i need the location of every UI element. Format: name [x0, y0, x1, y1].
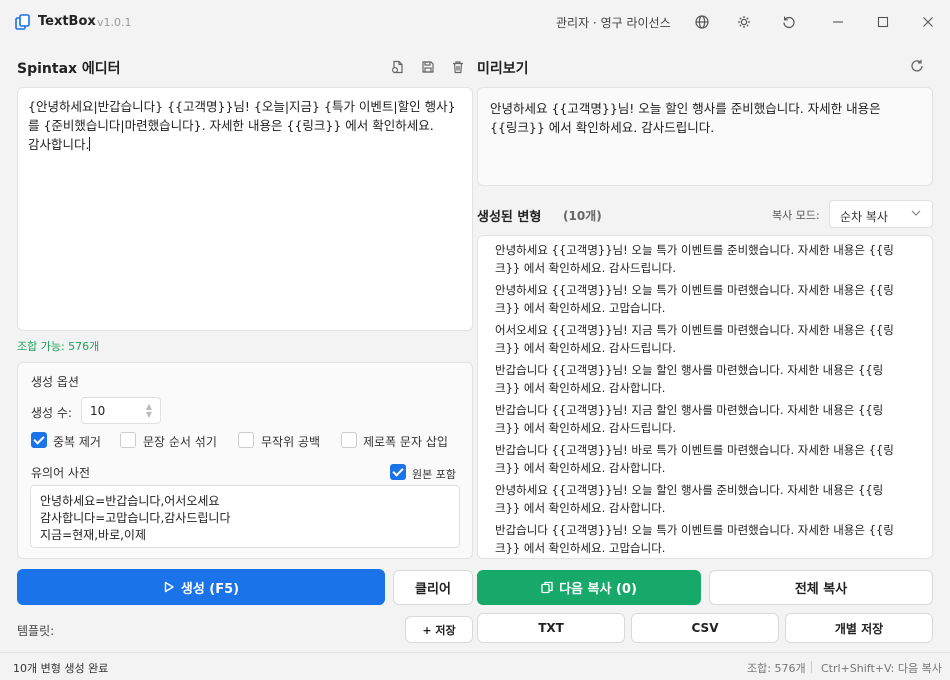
copy-next-label: 다음 복사 (0) — [559, 582, 637, 597]
copy-mode-label: 복사 모드: — [772, 209, 820, 222]
zero-width-label: 제로폭 문자 삽입 — [363, 435, 448, 449]
app-name: TextBox — [38, 14, 96, 29]
template-label: 템플릿: — [17, 624, 55, 638]
export-txt-button[interactable]: TXT — [477, 613, 625, 643]
open-file-icon[interactable] — [389, 58, 407, 76]
maximize-icon[interactable] — [873, 12, 893, 32]
refresh-icon[interactable] — [908, 57, 926, 75]
reset-icon[interactable] — [779, 12, 799, 32]
trash-icon[interactable] — [449, 58, 467, 76]
save-template-label: + 저장 — [422, 623, 456, 637]
random-space-checkbox[interactable] — [238, 432, 254, 448]
stepper-arrows-icon[interactable]: ▲ ▼ — [146, 403, 152, 419]
preview-title: 미리보기 — [477, 61, 529, 77]
txt-label: TXT — [538, 621, 564, 635]
variants-list[interactable]: 안녕하세요 {{고객명}}님! 오늘 특가 이벤트를 준비했습니다. 자세한 내… — [477, 235, 933, 559]
copy-next-button[interactable]: 다음 복사 (0) — [477, 570, 701, 605]
list-item[interactable]: 안녕하세요 {{고객명}}님! 오늘 특가 이벤트를 마련했습니다. 자세한 내… — [495, 281, 920, 317]
status-combinations: 조합: 576개 — [747, 662, 806, 675]
csv-label: CSV — [691, 621, 719, 635]
clear-label: 클리어 — [415, 582, 451, 597]
count-label: 생성 수: — [31, 406, 72, 420]
list-item[interactable]: 반갑습니다 {{고객명}}님! 바로 특가 이벤트를 마련했습니다. 자세한 내… — [495, 441, 920, 477]
zero-width-checkbox[interactable] — [341, 432, 357, 448]
status-message: 10개 변형 생성 완료 — [13, 662, 109, 675]
dedupe-checkbox[interactable] — [31, 432, 47, 448]
options-title: 생성 옵션 — [31, 375, 79, 389]
chevron-down-icon — [911, 210, 921, 216]
list-item[interactable]: 안녕하세요 {{고객명}}님! 오늘 특가 이벤트를 준비했습니다. 자세한 내… — [495, 241, 920, 277]
status-bar: 10개 변형 생성 완료 조합: 576개 Ctrl+Shift+V: 다음 복… — [0, 652, 950, 680]
dedupe-label: 중복 제거 — [53, 435, 101, 449]
save-each-button[interactable]: 개별 저장 — [785, 613, 933, 643]
license-info: 관리자 · 영구 라이선스 — [556, 16, 671, 30]
save-icon[interactable] — [419, 58, 437, 76]
spintax-editor-text[interactable]: {안녕하세요|반갑습니다} {{고객명}}님! {오늘|지금} {특가 이벤트|… — [28, 97, 468, 154]
export-csv-button[interactable]: CSV — [631, 613, 779, 643]
save-each-label: 개별 저장 — [834, 621, 884, 636]
copy-mode-select[interactable]: 순차 복사 — [829, 200, 933, 228]
include-original-label: 원본 포함 — [412, 468, 456, 481]
globe-icon[interactable] — [692, 12, 712, 32]
text-cursor — [89, 137, 91, 151]
variants-title: 생성된 변형 — [477, 210, 542, 225]
synonym-title: 유의어 사전 — [31, 466, 91, 480]
copy-icon — [541, 581, 553, 594]
copy-mode-value: 순차 복사 — [840, 210, 888, 224]
save-template-button[interactable]: + 저장 — [405, 616, 473, 643]
editor-title: Spintax 에디터 — [17, 61, 121, 77]
list-item[interactable]: 반갑습니다 {{고객명}}님! 지금 할인 행사를 마련했습니다. 자세한 내용… — [495, 401, 920, 437]
status-divider — [811, 661, 812, 673]
theme-sun-icon[interactable] — [734, 12, 754, 32]
variants-count: (10개) — [563, 209, 602, 223]
preview-text: 안녕하세요 {{고객명}}님! 오늘 할인 행사를 준비했습니다. 자세한 내용… — [490, 99, 920, 137]
list-item[interactable]: 반갑습니다 {{고객명}}님! 오늘 할인 행사를 마련했습니다. 자세한 내용… — [495, 361, 920, 397]
synonym-line: 지금=현재,바로,이제 — [40, 528, 147, 542]
list-item[interactable]: 반갑습니다 {{고객명}}님! 오늘 특가 이벤트를 마련했습니다. 자세한 내… — [495, 521, 920, 557]
play-icon — [164, 581, 174, 593]
preview-line: 안녕하세요 {{고객명}}님! 오늘 할인 행사를 준비했습니다. 자세한 내용… — [490, 101, 881, 116]
preview-line: {{링크}} 에서 확인하세요. 감사드립니다. — [490, 120, 715, 135]
include-original-checkbox[interactable] — [390, 464, 406, 480]
app-logo-icon — [15, 14, 30, 30]
editor-line: 감사합니다. — [28, 137, 91, 152]
synonym-line: 안녕하세요=반갑습니다,어서오세요 — [40, 494, 220, 508]
count-value: 10 — [90, 404, 106, 418]
copy-all-label: 전체 복사 — [794, 582, 848, 597]
list-item[interactable]: 어서오세요 {{고객명}}님! 지금 특가 이벤트를 마련했습니다. 자세한 내… — [495, 321, 920, 357]
status-shortcut: Ctrl+Shift+V: 다음 복사 — [821, 662, 942, 675]
shuffle-label: 문장 순서 섞기 — [143, 435, 217, 449]
synonym-dictionary-input[interactable]: 안녕하세요=반갑습니다,어서오세요 감사합니다=고맙습니다,감사드립니다 지금=… — [30, 485, 460, 548]
copy-all-button[interactable]: 전체 복사 — [709, 570, 933, 605]
generate-label: 생성 (F5) — [180, 581, 240, 597]
clear-button[interactable]: 클리어 — [393, 570, 473, 605]
editor-line: {안녕하세요|반갑습니다} {{고객명}}님! {오늘|지금} {특가 이벤트|… — [28, 99, 456, 114]
generate-button[interactable]: 생성 (F5) — [17, 569, 385, 605]
combination-count: 조합 가능: 576개 — [17, 340, 100, 353]
list-item[interactable]: 안녕하세요 {{고객명}}님! 오늘 할인 행사를 준비했습니다. 자세한 내용… — [495, 481, 920, 517]
app-version: v1.0.1 — [97, 16, 132, 29]
shuffle-checkbox[interactable] — [120, 432, 136, 448]
count-stepper[interactable]: 10 ▲ ▼ — [81, 397, 161, 424]
synonym-line: 감사합니다=고맙습니다,감사드립니다 — [40, 511, 231, 525]
editor-line: 를 {준비했습니다|마련했습니다}. 자세한 내용은 {{링크}} 에서 확인하… — [28, 118, 434, 133]
random-space-label: 무작위 공백 — [261, 435, 321, 449]
close-icon[interactable] — [918, 12, 938, 32]
minimize-icon[interactable] — [828, 12, 848, 32]
title-bar: TextBox v1.0.1 관리자 · 영구 라이선스 — [0, 0, 950, 44]
